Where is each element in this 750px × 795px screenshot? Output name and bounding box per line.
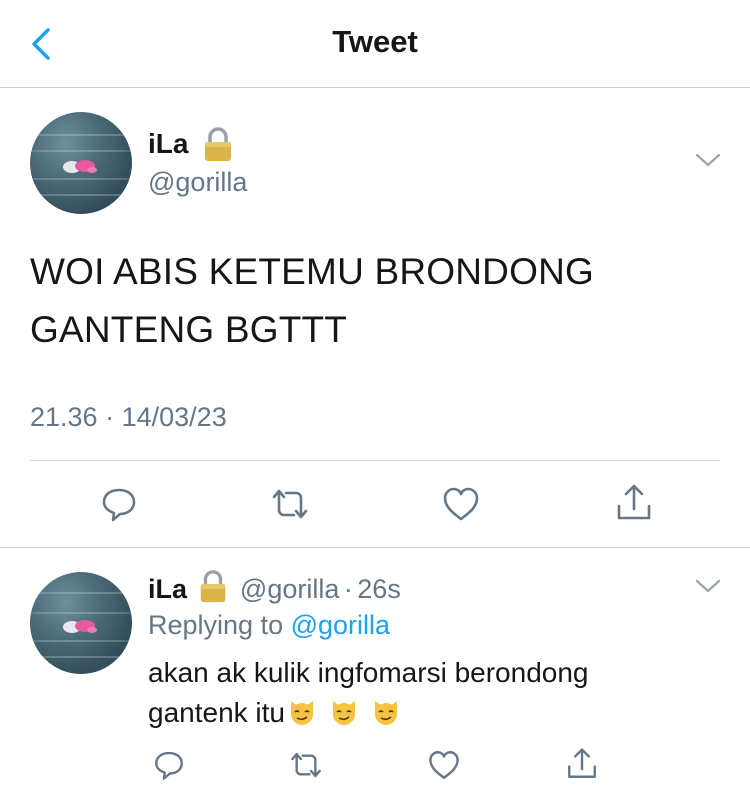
avatar-image (63, 620, 97, 633)
chevron-down-icon (695, 153, 721, 167)
reply-retweet-button[interactable] (287, 748, 325, 782)
reply-text-line-2: gantenk itu (148, 693, 401, 733)
reply-button[interactable] (99, 484, 139, 524)
reply-text-line-1: akan ak kulik ingfomarsi berondong (148, 657, 589, 688)
more-options-button[interactable] (694, 150, 722, 170)
divider (30, 460, 720, 461)
reply-author-handle[interactable]: @gorilla (240, 574, 339, 604)
smirk-cat-emoji (329, 697, 359, 727)
tweet-date: 14/03/23 (121, 402, 227, 432)
lock-icon (202, 127, 234, 163)
reply-avatar[interactable] (30, 572, 132, 674)
smirk-cat-emoji (371, 697, 401, 727)
share-icon (568, 748, 596, 778)
retweet-icon (272, 489, 308, 519)
reply-header: iLa @gorilla · 26s (148, 570, 401, 604)
reply-text-words: gantenk itu (148, 697, 285, 728)
lock-icon (197, 570, 229, 604)
meta-separator: · (105, 402, 115, 432)
divider (0, 547, 750, 548)
avatar[interactable] (30, 112, 132, 214)
tweet-text-line-1: WOI ABIS KETEMU BRONDONG (30, 251, 594, 292)
reply-reply-button[interactable] (152, 748, 186, 782)
tweet-time: 21.36 (30, 402, 98, 432)
like-icon (443, 487, 479, 521)
reply-icon (102, 488, 136, 522)
smirk-cat-emoji (287, 697, 317, 727)
like-icon (429, 751, 459, 779)
retweet-icon (291, 752, 321, 778)
avatar-image (63, 160, 97, 173)
share-button[interactable] (614, 482, 654, 524)
reply-like-button[interactable] (427, 748, 461, 782)
share-icon (617, 484, 651, 520)
replying-to-line: Replying to @gorilla (148, 610, 390, 641)
reply-age: 26s (357, 574, 401, 604)
tweet-text-line-2: GANTENG BGTTT (30, 309, 348, 350)
replying-to-mention[interactable]: @gorilla (291, 610, 390, 640)
retweet-button[interactable] (268, 484, 312, 524)
like-button[interactable] (441, 484, 481, 524)
reply-author-name[interactable]: iLa (148, 574, 187, 604)
reply-icon (155, 751, 183, 780)
reply-more-options-button[interactable] (694, 576, 722, 596)
chevron-down-icon (695, 579, 721, 593)
author-handle[interactable]: @gorilla (148, 167, 247, 198)
page-title: Tweet (332, 24, 418, 59)
replying-to-label: Replying to (148, 610, 284, 640)
author-name[interactable]: iLa (148, 128, 188, 160)
meta-separator: · (343, 574, 353, 604)
tweet-timestamp: 21.36 · 14/03/23 (30, 402, 227, 433)
reply-share-button[interactable] (565, 746, 599, 782)
